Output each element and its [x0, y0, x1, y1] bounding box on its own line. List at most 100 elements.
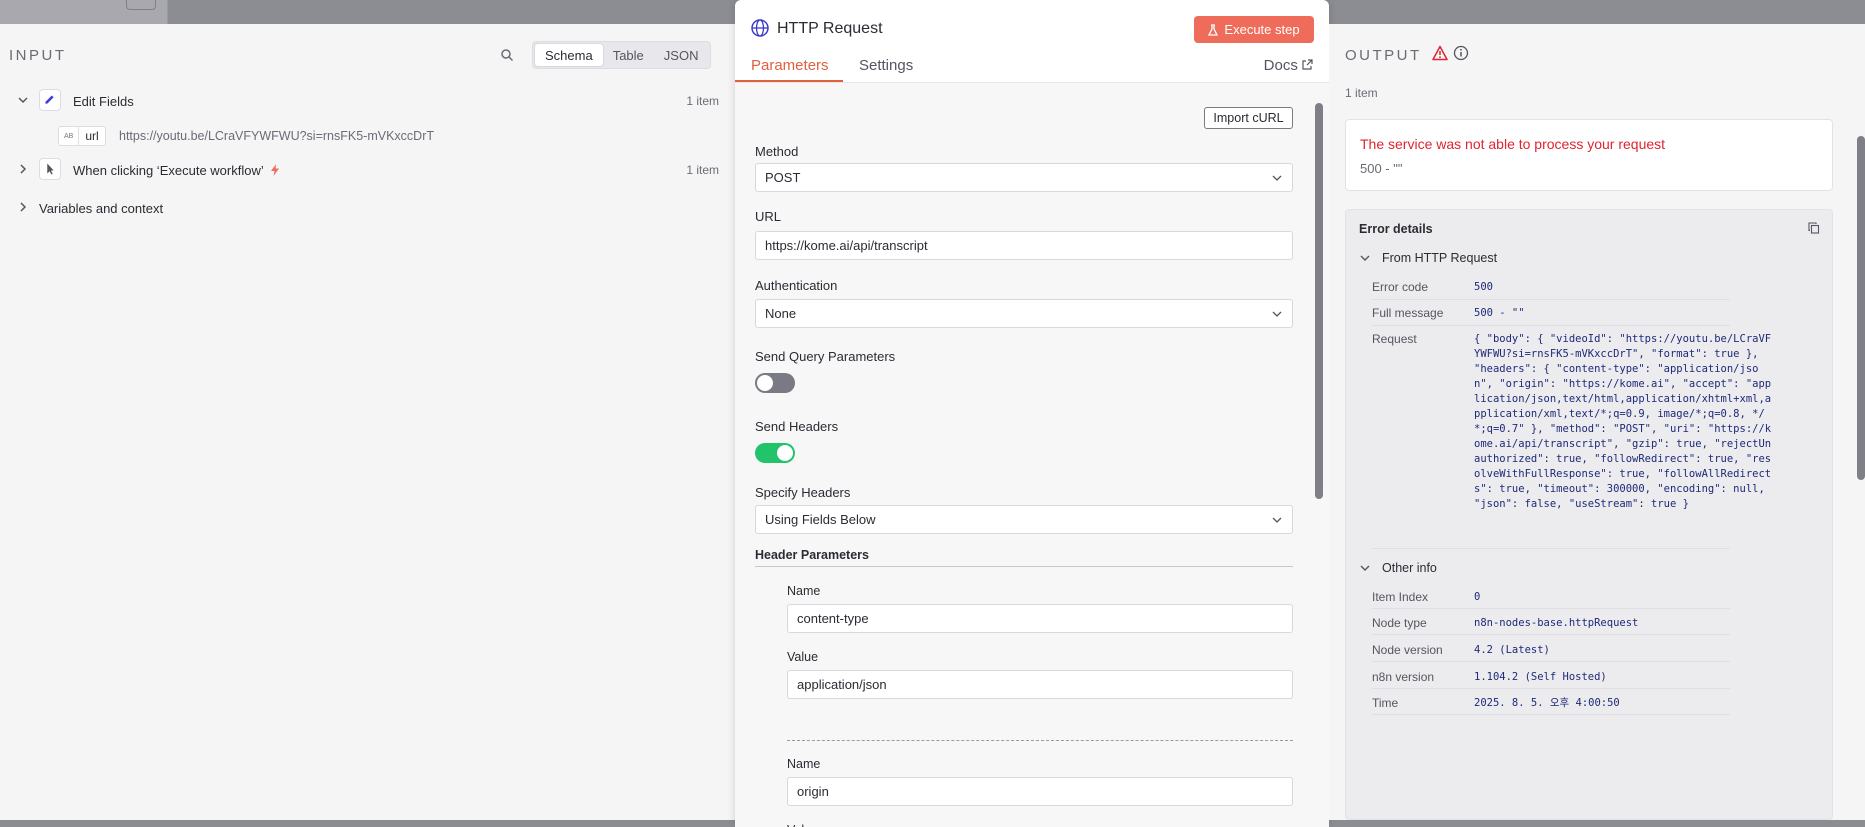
- tree-row-trigger[interactable]: When clicking ‘Execute workflow’ 1 item: [0, 155, 735, 183]
- parameters-body: Import cURL Method POST URL https://kome…: [735, 83, 1329, 827]
- error-code-key: Error code: [1372, 280, 1429, 294]
- node-type-value: n8n-nodes-base.httpRequest: [1474, 617, 1639, 629]
- row-divider: [1372, 661, 1730, 662]
- request-key: Request: [1372, 332, 1417, 346]
- url-field-key: url: [85, 129, 99, 143]
- row-divider: [1372, 688, 1730, 689]
- specify-headers-select[interactable]: Using Fields Below: [755, 505, 1293, 534]
- full-message-key: Full message: [1372, 306, 1444, 320]
- send-query-label: Send Query Parameters: [755, 349, 896, 364]
- flask-icon: [1208, 23, 1219, 36]
- chevron-down-icon[interactable]: [1360, 563, 1370, 573]
- chevron-down-icon[interactable]: [1360, 253, 1370, 263]
- error-details: Error details From HTTP Request Error co…: [1345, 209, 1833, 820]
- tree-row-variables[interactable]: Variables and context: [0, 193, 735, 221]
- chevron-right-icon[interactable]: [18, 164, 28, 174]
- docs-link[interactable]: Docs: [1264, 57, 1313, 74]
- output-title: OUTPUT: [1345, 47, 1422, 64]
- header-name-value: origin: [797, 784, 829, 799]
- send-headers-toggle[interactable]: [755, 443, 795, 463]
- url-field-badge: AB url: [58, 126, 106, 146]
- tab-settings[interactable]: Settings: [859, 57, 913, 74]
- full-message-value: 500 - "": [1474, 307, 1525, 319]
- header-name-value: content-type: [797, 611, 869, 626]
- authentication-select[interactable]: None: [755, 299, 1293, 328]
- chevron-down-icon: [1272, 175, 1282, 181]
- n8n-version-key: n8n version: [1372, 670, 1435, 684]
- error-subtitle: 500 - "": [1360, 161, 1403, 176]
- view-tab-schema[interactable]: Schema: [535, 44, 603, 66]
- active-tab-underline: [735, 80, 843, 82]
- header-name-label: Name: [787, 757, 821, 771]
- specify-headers-value: Using Fields Below: [765, 512, 876, 527]
- modal-header: HTTP Request Execute step Parameters Set…: [735, 0, 1329, 83]
- execute-step-button[interactable]: Execute step: [1194, 16, 1314, 43]
- row-divider: [1372, 634, 1730, 635]
- globe-icon: [751, 19, 769, 37]
- input-panel: INPUT Schema Table JSON Edit Fields 1 it…: [0, 24, 735, 820]
- error-code-value: 500: [1474, 281, 1493, 293]
- bolt-icon: [271, 164, 279, 176]
- row-divider: [1372, 548, 1730, 549]
- time-value: 2025. 8. 5. 오후 4:00:50: [1474, 697, 1620, 709]
- copy-icon[interactable]: [1808, 222, 1820, 234]
- trigger-label: When clicking ‘Execute workflow’: [73, 163, 264, 178]
- item-index-value: 0: [1474, 591, 1481, 603]
- header-name-input[interactable]: content-type: [787, 604, 1293, 633]
- authentication-label: Authentication: [755, 278, 838, 293]
- url-input[interactable]: https://kome.ai/api/transcript: [755, 231, 1293, 260]
- method-select[interactable]: POST: [755, 163, 1293, 192]
- row-divider: [1372, 325, 1730, 326]
- input-title: INPUT: [9, 47, 67, 64]
- chevron-down-icon: [1272, 517, 1282, 523]
- specify-headers-label: Specify Headers: [755, 485, 851, 500]
- execute-step-label: Execute step: [1224, 22, 1300, 37]
- node-version-key: Node version: [1372, 643, 1443, 657]
- import-curl-button[interactable]: Import cURL: [1204, 107, 1293, 129]
- request-value: { "body": { "videoId": "https://youtu.be…: [1474, 333, 1772, 510]
- cursor-icon: [39, 158, 61, 180]
- item-index-key: Item Index: [1372, 590, 1429, 604]
- tree-row-edit-fields[interactable]: Edit Fields 1 item: [0, 86, 735, 114]
- info-icon[interactable]: [1453, 45, 1469, 61]
- header-name-input[interactable]: origin: [787, 777, 1293, 806]
- edit-fields-label: Edit Fields: [73, 94, 134, 109]
- error-card: The service was not able to process your…: [1345, 119, 1833, 191]
- view-switcher: Schema Table JSON: [532, 41, 712, 69]
- view-tab-json[interactable]: JSON: [654, 44, 709, 66]
- authentication-value: None: [765, 306, 797, 321]
- url-label: URL: [755, 209, 782, 224]
- method-value: POST: [765, 170, 801, 185]
- header-parameters-title: Header Parameters: [755, 548, 1293, 567]
- trigger-count: 1 item: [686, 163, 719, 177]
- chevron-right-icon[interactable]: [18, 202, 28, 212]
- header-value-input[interactable]: application/json: [787, 670, 1293, 699]
- view-tab-table[interactable]: Table: [603, 44, 654, 66]
- canvas-header-fragment: [0, 0, 168, 24]
- parameters-scrollbar[interactable]: [1315, 103, 1323, 499]
- chevron-down-icon: [1272, 311, 1282, 317]
- time-key: Time: [1372, 696, 1399, 710]
- node-settings-modal: HTTP Request Execute step Parameters Set…: [735, 0, 1329, 827]
- row-divider: [1372, 608, 1730, 609]
- external-link-icon: [1302, 59, 1313, 70]
- node-type-key: Node type: [1372, 616, 1427, 630]
- send-headers-label: Send Headers: [755, 419, 839, 434]
- edit-fields-count: 1 item: [686, 94, 719, 108]
- search-icon[interactable]: [500, 48, 514, 62]
- string-type-icon: AB: [59, 127, 80, 145]
- output-panel: OUTPUT 1 item The service was not able t…: [1329, 24, 1865, 820]
- from-http-request-group[interactable]: From HTTP Request: [1382, 251, 1497, 265]
- output-scrollbar[interactable]: [1857, 120, 1865, 820]
- send-query-toggle[interactable]: [755, 373, 795, 393]
- header-name-label: Name: [787, 584, 821, 598]
- url-field-value: https://youtu.be/LCraVFYWFWU?si=rnsFK5-m…: [119, 129, 435, 143]
- node-title: HTTP Request: [777, 20, 883, 37]
- n8n-version-value: 1.104.2 (Self Hosted): [1474, 671, 1607, 683]
- pencil-icon: [39, 89, 61, 111]
- header-value-label: Value: [787, 650, 819, 664]
- row-divider: [1372, 299, 1730, 300]
- tab-parameters[interactable]: Parameters: [751, 57, 829, 74]
- other-info-group[interactable]: Other info: [1382, 561, 1437, 575]
- chevron-down-icon[interactable]: [18, 95, 28, 105]
